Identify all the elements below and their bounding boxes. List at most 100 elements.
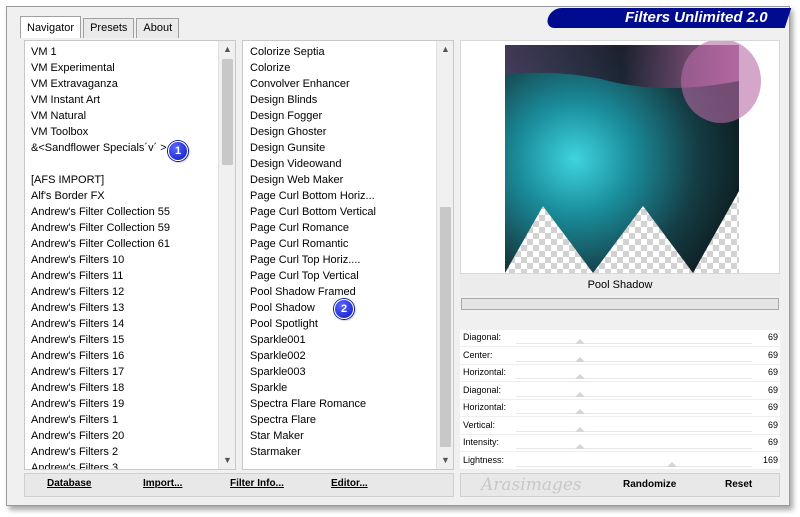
randomize-button[interactable]: Randomize	[623, 479, 676, 490]
filter-item[interactable]: Design Fogger	[250, 108, 376, 124]
filter-item[interactable]: Pool Shadow	[250, 300, 376, 316]
category-item[interactable]: VM Toolbox	[31, 124, 170, 140]
category-scrollbar[interactable]: ▲ ▼	[218, 41, 235, 469]
filter-item[interactable]: Design Videowand	[250, 156, 376, 172]
slider-thumb[interactable]	[667, 461, 678, 467]
filter-item[interactable]: Spectra Flare Romance	[250, 396, 376, 412]
category-item[interactable]: Andrew's Filters 18	[31, 380, 170, 396]
category-item[interactable]: [AFS IMPORT]	[31, 172, 170, 188]
category-item[interactable]: &<Sandflower Specials´v´ >	[31, 140, 170, 156]
slider-track[interactable]	[516, 360, 752, 362]
editor-button[interactable]: Editor...	[331, 478, 368, 489]
filter-item[interactable]: Sparkle	[250, 380, 376, 396]
scroll-up-icon[interactable]: ▲	[219, 41, 235, 58]
scroll-down-icon[interactable]: ▼	[437, 452, 453, 469]
filter-item[interactable]: Sparkle003	[250, 364, 376, 380]
slider-thumb[interactable]	[574, 391, 585, 397]
slider-thumb[interactable]	[574, 339, 585, 344]
filter-info-button[interactable]: Filter Info...	[230, 478, 284, 489]
slider-thumb[interactable]	[574, 444, 585, 449]
filter-item[interactable]: Starmaker	[250, 444, 376, 460]
reset-button[interactable]: Reset	[725, 479, 752, 490]
filter-item[interactable]: Pool Shadow Framed	[250, 284, 376, 300]
parameter-row[interactable]: Diagonal: 69	[460, 330, 780, 347]
parameter-row[interactable]: Lightness: 169	[460, 453, 780, 470]
filter-item[interactable]: Sparkle001	[250, 332, 376, 348]
slider-track[interactable]	[516, 448, 752, 449]
category-item[interactable]: Andrew's Filters 15	[31, 332, 170, 348]
filter-item[interactable]: Page Curl Bottom Vertical	[250, 204, 376, 220]
scroll-up-icon[interactable]: ▲	[437, 41, 453, 58]
category-item[interactable]: Andrew's Filter Collection 61	[31, 236, 170, 252]
category-item[interactable]: Andrew's Filters 19	[31, 396, 170, 412]
slider-track[interactable]	[516, 430, 752, 432]
window-title: Filters Unlimited 2.0	[544, 8, 792, 28]
tab-about[interactable]: About	[136, 18, 180, 38]
category-item[interactable]: Alf's Border FX	[31, 188, 170, 204]
category-item[interactable]: Andrew's Filters 14	[31, 316, 170, 332]
scroll-down-icon[interactable]: ▼	[219, 452, 235, 469]
category-item[interactable]: Andrew's Filters 20	[31, 428, 170, 444]
parameter-label: Lightness:	[463, 454, 505, 465]
category-item[interactable]: Andrew's Filters 10	[31, 252, 170, 268]
filter-item[interactable]: Design Blinds	[250, 92, 376, 108]
category-item[interactable]: Andrew's Filters 11	[31, 268, 170, 284]
category-item[interactable]: VM Experimental	[31, 60, 170, 76]
parameter-sliders: Diagonal: 69 Center: 69 Horizontal: 69 Diagona…	[460, 330, 780, 470]
filter-item[interactable]: Colorize	[250, 60, 376, 76]
parameter-row[interactable]: Vertical: 69	[460, 418, 780, 435]
slider-track[interactable]	[516, 413, 752, 414]
parameter-value: 69	[767, 402, 778, 412]
filter-item[interactable]: Star Maker	[250, 428, 376, 444]
filter-item[interactable]: Convolver Enhancer	[250, 76, 376, 92]
slider-track[interactable]	[516, 378, 752, 379]
scroll-thumb[interactable]	[440, 207, 451, 447]
import-button[interactable]: Import...	[143, 478, 182, 489]
slider-thumb[interactable]	[574, 409, 585, 414]
category-item[interactable]: Andrew's Filter Collection 59	[31, 220, 170, 236]
category-item[interactable]: Andrew's Filters 13	[31, 300, 170, 316]
database-button[interactable]: Database	[47, 478, 91, 489]
scroll-thumb[interactable]	[222, 59, 233, 165]
filter-scrollbar[interactable]: ▲ ▼	[436, 41, 453, 469]
slider-track[interactable]	[516, 465, 752, 467]
filter-item[interactable]: Pool Spotlight	[250, 316, 376, 332]
category-item[interactable]: Andrew's Filters 17	[31, 364, 170, 380]
slider-thumb[interactable]	[574, 426, 585, 432]
parameter-row[interactable]: Intensity: 69	[460, 435, 780, 452]
filter-item[interactable]: Design Ghoster	[250, 124, 376, 140]
category-item[interactable]: VM 1	[31, 44, 170, 60]
category-item[interactable]: Andrew's Filters 1	[31, 412, 170, 428]
filter-item[interactable]: Design Web Maker	[250, 172, 376, 188]
filter-item[interactable]: Page Curl Romance	[250, 220, 376, 236]
category-item[interactable]: Andrew's Filters 3	[31, 460, 170, 469]
filter-item[interactable]: Spectra Flare	[250, 412, 376, 428]
category-item[interactable]: VM Natural	[31, 108, 170, 124]
slider-track[interactable]	[516, 395, 752, 397]
filter-item[interactable]: Page Curl Top Horiz....	[250, 252, 376, 268]
tab-navigator[interactable]: Navigator	[20, 16, 82, 38]
parameter-row[interactable]: Horizontal: 69	[460, 400, 780, 417]
filter-item[interactable]: Page Curl Romantic	[250, 236, 376, 252]
slider-track[interactable]	[516, 343, 752, 344]
slider-thumb[interactable]	[574, 356, 585, 362]
parameter-row[interactable]: Center: 69	[460, 348, 780, 365]
preview-area	[460, 39, 780, 274]
category-item[interactable]: Andrew's Filters 2	[31, 444, 170, 460]
filter-item[interactable]: Design Gunsite	[250, 140, 376, 156]
category-item[interactable]: VM Extravaganza	[31, 76, 170, 92]
category-item[interactable]: Andrew's Filter Collection 55	[31, 204, 170, 220]
filter-item[interactable]: Colorize Septia	[250, 44, 376, 60]
category-item[interactable]: VM Instant Art	[31, 92, 170, 108]
preview-toolbar: Arasimages Randomize Reset	[460, 473, 780, 497]
category-item[interactable]: Andrew's Filters 12	[31, 284, 170, 300]
filter-item[interactable]: Sparkle002	[250, 348, 376, 364]
filter-item[interactable]: Page Curl Bottom Horiz...	[250, 188, 376, 204]
filter-item[interactable]: Page Curl Top Vertical	[250, 268, 376, 284]
parameter-row[interactable]: Horizontal: 69	[460, 365, 780, 382]
tab-presets[interactable]: Presets	[83, 18, 135, 38]
parameter-row[interactable]: Diagonal: 69	[460, 383, 780, 400]
selected-filter-name: Pool Shadow	[460, 274, 780, 296]
slider-thumb[interactable]	[574, 374, 585, 379]
category-item[interactable]: Andrew's Filters 16	[31, 348, 170, 364]
